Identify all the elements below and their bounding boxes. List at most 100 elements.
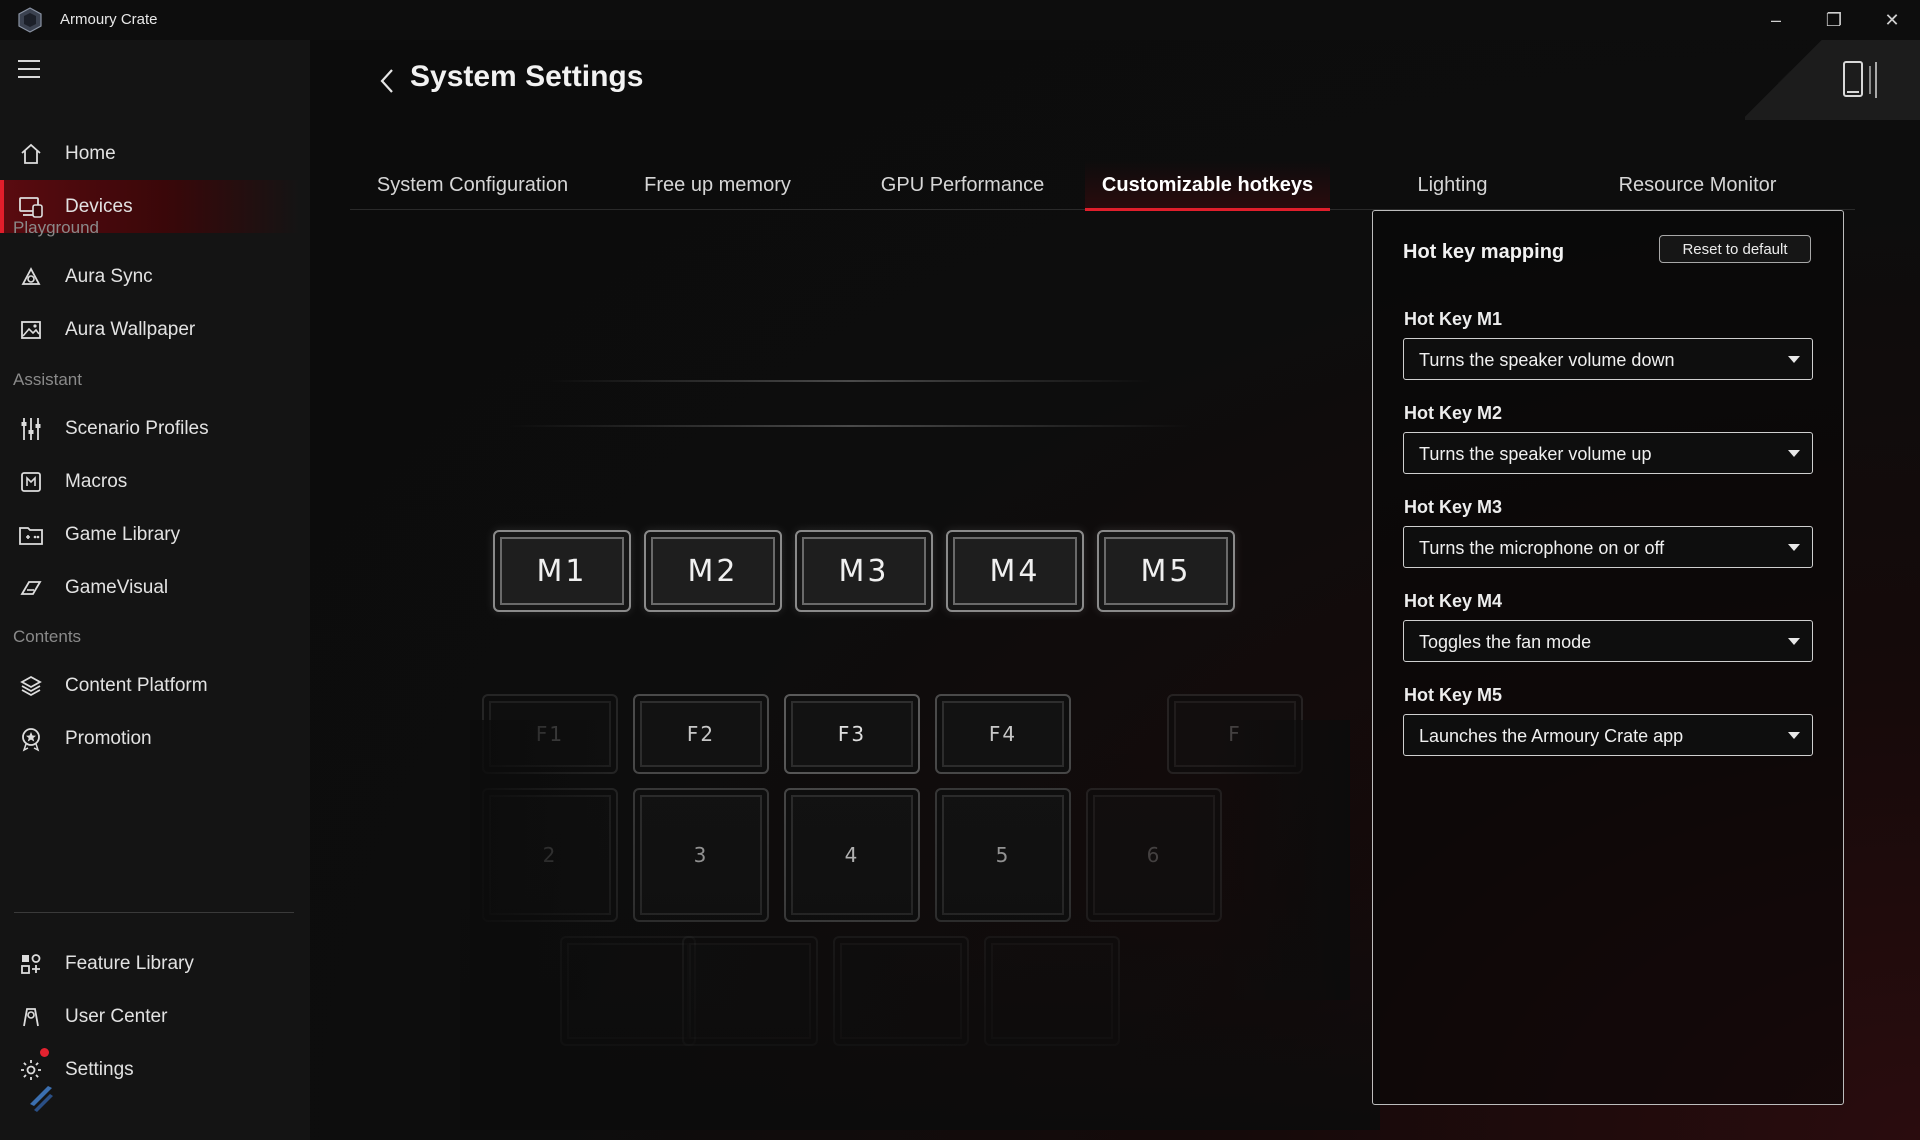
maximize-button[interactable]: ❐ [1806,0,1862,40]
tab-gpu-performance[interactable]: GPU Performance [840,160,1085,210]
sidebar-item-label: Content Platform [65,674,208,696]
tab-system-configuration[interactable]: System Configuration [350,160,595,210]
m3-key[interactable]: M3 [795,530,933,612]
sidebar-item-macros[interactable]: Macros [0,455,300,508]
sidebar-item-game-library[interactable]: Game Library [0,508,300,561]
caret-down-icon [1788,732,1800,739]
section-label-playground: Playground [13,218,100,237]
key-4: 4 [784,788,920,922]
select-value: Turns the speaker volume up [1419,444,1652,464]
hotkey-m1-select[interactable]: Turns the speaker volume down [1403,338,1813,380]
caret-down-icon [1788,638,1800,645]
app-title: Armoury Crate [60,11,158,28]
section-label-assistant: Assistant [13,370,82,389]
sidebar-item-home[interactable]: Home [0,127,300,180]
sidebar-item-label: Feature Library [65,952,194,974]
select-value: Turns the speaker volume down [1419,350,1675,370]
sidebar-item-label: Game Library [65,523,181,545]
m2-key[interactable]: M2 [644,530,782,612]
tab-resource-monitor[interactable]: Resource Monitor [1575,160,1820,210]
m5-key[interactable]: M5 [1097,530,1235,612]
sidebar-item-aura-sync[interactable]: Aura Sync [0,250,300,303]
app-window: Armoury Crate – ❐ ✕ Home Devices Playgro… [0,0,1920,1140]
hotkey-m3-label: Hot Key M3 [1404,497,1503,517]
keyboard-key [833,936,969,1046]
keyboard-key [560,936,696,1046]
sidebar-item-label: Aura Sync [65,265,153,287]
gamevisual-icon [18,575,44,601]
title-bar: Armoury Crate – ❐ ✕ [0,0,1920,40]
home-icon [18,141,44,167]
caret-down-icon [1788,544,1800,551]
key-3: 3 [633,788,769,922]
f2-key: F2 [633,694,769,774]
sidebar-item-label: Settings [65,1058,134,1080]
sidebar-item-feature-library[interactable]: Feature Library [0,937,300,990]
hotkey-m2-label: Hot Key M2 [1404,403,1503,423]
hotkey-m4-select[interactable]: Toggles the fan mode [1403,620,1813,662]
macro-icon [18,469,44,495]
reset-to-default-button[interactable]: Reset to default [1659,235,1811,263]
hotkey-m2-select[interactable]: Turns the speaker volume up [1403,432,1813,474]
sliders-icon [18,416,44,442]
keyboard-edge-line [510,425,1190,427]
hotkey-mapping-panel: Hot key mapping Reset to default Hot Key… [1372,210,1844,1105]
sidebar: Home Devices Playground Aura Sync Aura W… [0,40,310,1140]
sidebar-item-label: Aura Wallpaper [65,318,196,340]
key-5: 5 [935,788,1071,922]
user-center-icon [18,1004,44,1030]
sidebar-item-label: Promotion [65,727,152,749]
minimize-button[interactable]: – [1748,0,1804,40]
select-value: Turns the microphone on or off [1419,538,1665,558]
select-value: Launches the Armoury Crate app [1419,726,1684,746]
m4-key[interactable]: M4 [946,530,1084,612]
tab-free-up-memory[interactable]: Free up memory [595,160,840,210]
key-2: 2 [482,788,618,922]
device-mode-icon[interactable] [1840,58,1890,102]
select-value: Toggles the fan mode [1419,632,1592,652]
rog-logo-icon [18,7,42,33]
sidebar-item-gamevisual[interactable]: GameVisual [0,561,300,614]
header-corner-decoration [1745,40,1920,120]
tab-lighting[interactable]: Lighting [1330,160,1575,210]
sidebar-item-label: GameVisual [65,576,169,598]
promotion-icon [18,726,44,752]
wallpaper-icon [18,317,44,343]
aura-sync-icon [18,264,44,290]
sidebar-item-promotion[interactable]: Promotion [0,712,300,765]
hamburger-menu-icon[interactable] [18,60,42,80]
hotkey-m1-label: Hot Key M1 [1404,309,1503,329]
keyboard-key [682,936,818,1046]
main-content: System Settings System Configuration Fre… [310,40,1920,1140]
sidebar-item-label: User Center [65,1005,168,1027]
sidebar-item-aura-wallpaper[interactable]: Aura Wallpaper [0,303,300,356]
feature-library-icon [18,951,44,977]
chevron-left-icon [380,69,393,93]
m1-key[interactable]: M1 [493,530,631,612]
tab-bar: System Configuration Free up memory GPU … [350,160,1855,211]
sidebar-item-content-platform[interactable]: Content Platform [0,659,300,712]
panel-title: Hot key mapping [1403,241,1565,263]
f1-key: F1 [482,694,618,774]
f5-key: F [1167,694,1303,774]
sidebar-item-scenario-profiles[interactable]: Scenario Profiles [0,402,300,455]
key-6: 6 [1086,788,1222,922]
close-button[interactable]: ✕ [1864,0,1920,40]
section-label-contents: Contents [13,627,82,646]
sidebar-item-label: Macros [65,470,128,492]
hotkey-m3-select[interactable]: Turns the microphone on or off [1403,526,1813,568]
sidebar-item-label: Scenario Profiles [65,417,209,439]
sidebar-item-user-center[interactable]: User Center [0,990,300,1043]
back-button[interactable] [372,64,402,98]
sidebar-item-label: Home [65,142,116,164]
keyboard-edge-line [550,380,1150,382]
hotkey-m4-label: Hot Key M4 [1404,591,1503,611]
hotkey-m5-select[interactable]: Launches the Armoury Crate app [1403,714,1813,756]
caret-down-icon [1788,450,1800,457]
hotkey-m5-label: Hot Key M5 [1404,685,1503,705]
tab-customizable-hotkeys[interactable]: Customizable hotkeys [1085,160,1330,211]
notification-badge [40,1048,49,1057]
page-title: System Settings [410,60,644,93]
layers-icon [18,673,44,699]
f3-key: F3 [784,694,920,774]
